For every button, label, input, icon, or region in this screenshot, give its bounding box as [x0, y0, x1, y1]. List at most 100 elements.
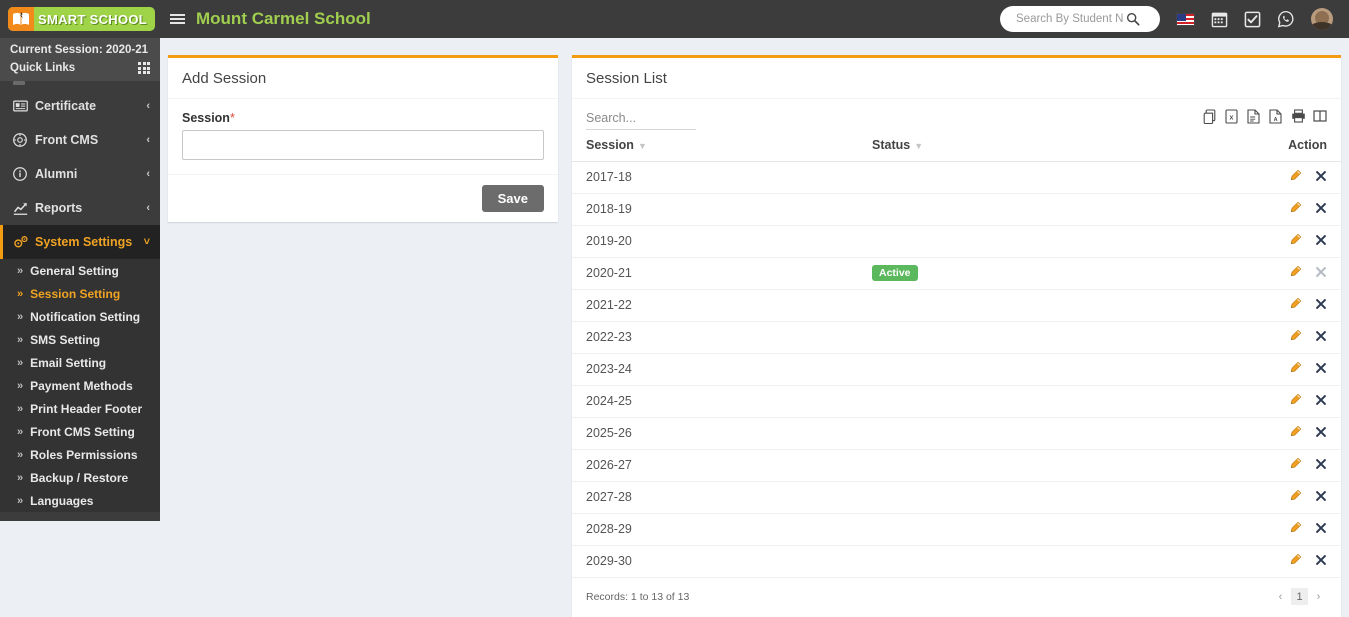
sidebar-item-front-cms[interactable]: Front CMS ‹	[0, 123, 160, 157]
sidebar-item-certificate[interactable]: Certificate ‹	[0, 89, 160, 123]
whatsapp-icon[interactable]	[1277, 10, 1295, 28]
cell-action	[1271, 449, 1341, 482]
column-visibility-icon[interactable]	[1313, 109, 1327, 124]
edit-icon[interactable]	[1289, 169, 1302, 185]
sidebar-subitem-label: Backup / Restore	[30, 470, 129, 485]
delete-icon[interactable]	[1315, 362, 1327, 377]
book-icon	[8, 7, 34, 31]
sidebar-item-system-settings[interactable]: System Settings ˅	[0, 225, 160, 259]
cell-session: 2019-20	[572, 225, 872, 258]
edit-icon[interactable]	[1289, 457, 1302, 473]
calendar-icon[interactable]	[1211, 11, 1228, 28]
reports-icon	[13, 202, 35, 215]
pagination-page-1[interactable]: 1	[1291, 588, 1308, 605]
sidebar-subitem-front-cms-setting[interactable]: » Front CMS Setting	[0, 420, 160, 443]
sidebar-item-label: Reports	[35, 201, 83, 215]
quick-links-button[interactable]: Quick Links	[0, 60, 160, 81]
sidebar-subitem-general-setting[interactable]: » General Setting	[0, 259, 160, 282]
sidebar-subitem-print-header-footer[interactable]: » Print Header Footer	[0, 397, 160, 420]
records-info: Records: 1 to 13 of 13	[586, 590, 690, 603]
cell-status	[872, 513, 1271, 546]
sidebar-subitem-email-setting[interactable]: » Email Setting	[0, 351, 160, 374]
sidebar-subitem-label: Front CMS Setting	[30, 424, 135, 439]
add-session-panel: Add Session Session* Save	[168, 55, 558, 222]
search-input[interactable]	[1014, 12, 1126, 26]
cell-status	[872, 193, 1271, 226]
edit-icon[interactable]	[1289, 425, 1302, 441]
edit-icon[interactable]	[1289, 201, 1302, 217]
table-row: 2027-28	[572, 481, 1341, 514]
pdf-icon[interactable]: A	[1269, 109, 1283, 124]
delete-icon[interactable]	[1315, 234, 1327, 249]
edit-icon[interactable]	[1289, 361, 1302, 377]
edit-icon[interactable]	[1289, 393, 1302, 409]
sidebar-item-partial[interactable]	[0, 81, 160, 89]
delete-icon[interactable]	[1315, 298, 1327, 313]
front-cms-icon	[13, 133, 35, 147]
pagination-prev[interactable]: ‹	[1272, 588, 1289, 605]
add-session-header: Add Session	[168, 58, 558, 99]
chevron-left-icon: ‹	[146, 168, 150, 180]
app-logo[interactable]: SMART SCHOOL	[0, 0, 160, 38]
language-flag-icon[interactable]	[1176, 12, 1195, 26]
delete-icon[interactable]	[1315, 202, 1327, 217]
cell-session: 2029-30	[572, 545, 872, 578]
certificate-icon	[13, 100, 35, 112]
user-avatar[interactable]	[1311, 8, 1333, 30]
edit-icon[interactable]	[1289, 521, 1302, 537]
edit-icon[interactable]	[1289, 329, 1302, 345]
session-input[interactable]	[182, 130, 544, 160]
column-header-action: Action	[1271, 130, 1341, 162]
delete-icon[interactable]	[1315, 394, 1327, 409]
cell-action	[1271, 481, 1341, 514]
edit-icon[interactable]	[1289, 297, 1302, 313]
cell-status	[872, 449, 1271, 482]
edit-icon[interactable]	[1289, 553, 1302, 569]
sidebar-item-reports[interactable]: Reports ‹	[0, 191, 160, 225]
sidebar-toggle-icon[interactable]	[160, 0, 194, 38]
save-button[interactable]: Save	[481, 185, 544, 212]
cell-action	[1271, 257, 1341, 290]
pagination-next[interactable]: ›	[1310, 588, 1327, 605]
edit-icon[interactable]	[1289, 265, 1302, 281]
check-square-icon[interactable]	[1244, 11, 1261, 28]
column-label: Action	[1288, 138, 1327, 152]
excel-icon[interactable]: x	[1225, 109, 1239, 124]
delete-icon[interactable]	[1315, 458, 1327, 473]
sidebar-item-alumni[interactable]: Alumni ‹	[0, 157, 160, 191]
sidebar-subitem-payment-methods[interactable]: » Payment Methods	[0, 374, 160, 397]
add-session-body: Session*	[168, 99, 558, 174]
delete-icon[interactable]	[1315, 170, 1327, 185]
student-search-box[interactable]	[1000, 6, 1160, 32]
cell-status	[872, 353, 1271, 386]
cell-action	[1271, 161, 1341, 194]
sidebar-subitem-roles-permissions[interactable]: » Roles Permissions	[0, 443, 160, 466]
print-icon[interactable]	[1291, 109, 1305, 124]
delete-icon[interactable]	[1315, 490, 1327, 505]
column-header-status[interactable]: Status ▼	[872, 130, 1271, 162]
copy-icon[interactable]	[1203, 109, 1217, 125]
table-row: 2024-25	[572, 385, 1341, 418]
column-header-session[interactable]: Session ▼	[572, 130, 872, 162]
delete-icon[interactable]	[1315, 554, 1327, 569]
delete-icon[interactable]	[1315, 522, 1327, 537]
sidebar-subitem-backup-restore[interactable]: » Backup / Restore	[0, 466, 160, 489]
delete-icon[interactable]	[1315, 330, 1327, 345]
delete-icon[interactable]	[1315, 426, 1327, 441]
table-row: 2022-23	[572, 321, 1341, 354]
csv-icon[interactable]	[1247, 109, 1261, 124]
session-table-body: 2017-18 2018-19 2019-20 2020-21 Active 2021-2…	[572, 161, 1341, 578]
search-icon[interactable]	[1126, 12, 1140, 26]
sidebar-subitem-sms-setting[interactable]: » SMS Setting	[0, 328, 160, 351]
datatable-toolbar: x A	[572, 99, 1341, 130]
cell-action	[1271, 353, 1341, 386]
chevron-right-icon: »	[17, 310, 24, 323]
sidebar-subitem-session-setting[interactable]: » Session Setting	[0, 282, 160, 305]
add-session-title: Add Session	[182, 70, 267, 87]
edit-icon[interactable]	[1289, 233, 1302, 249]
table-search-input[interactable]	[586, 109, 696, 130]
cell-status	[872, 481, 1271, 514]
sidebar-subitem-languages[interactable]: » Languages	[0, 489, 160, 512]
sidebar-subitem-notification-setting[interactable]: » Notification Setting	[0, 305, 160, 328]
edit-icon[interactable]	[1289, 489, 1302, 505]
